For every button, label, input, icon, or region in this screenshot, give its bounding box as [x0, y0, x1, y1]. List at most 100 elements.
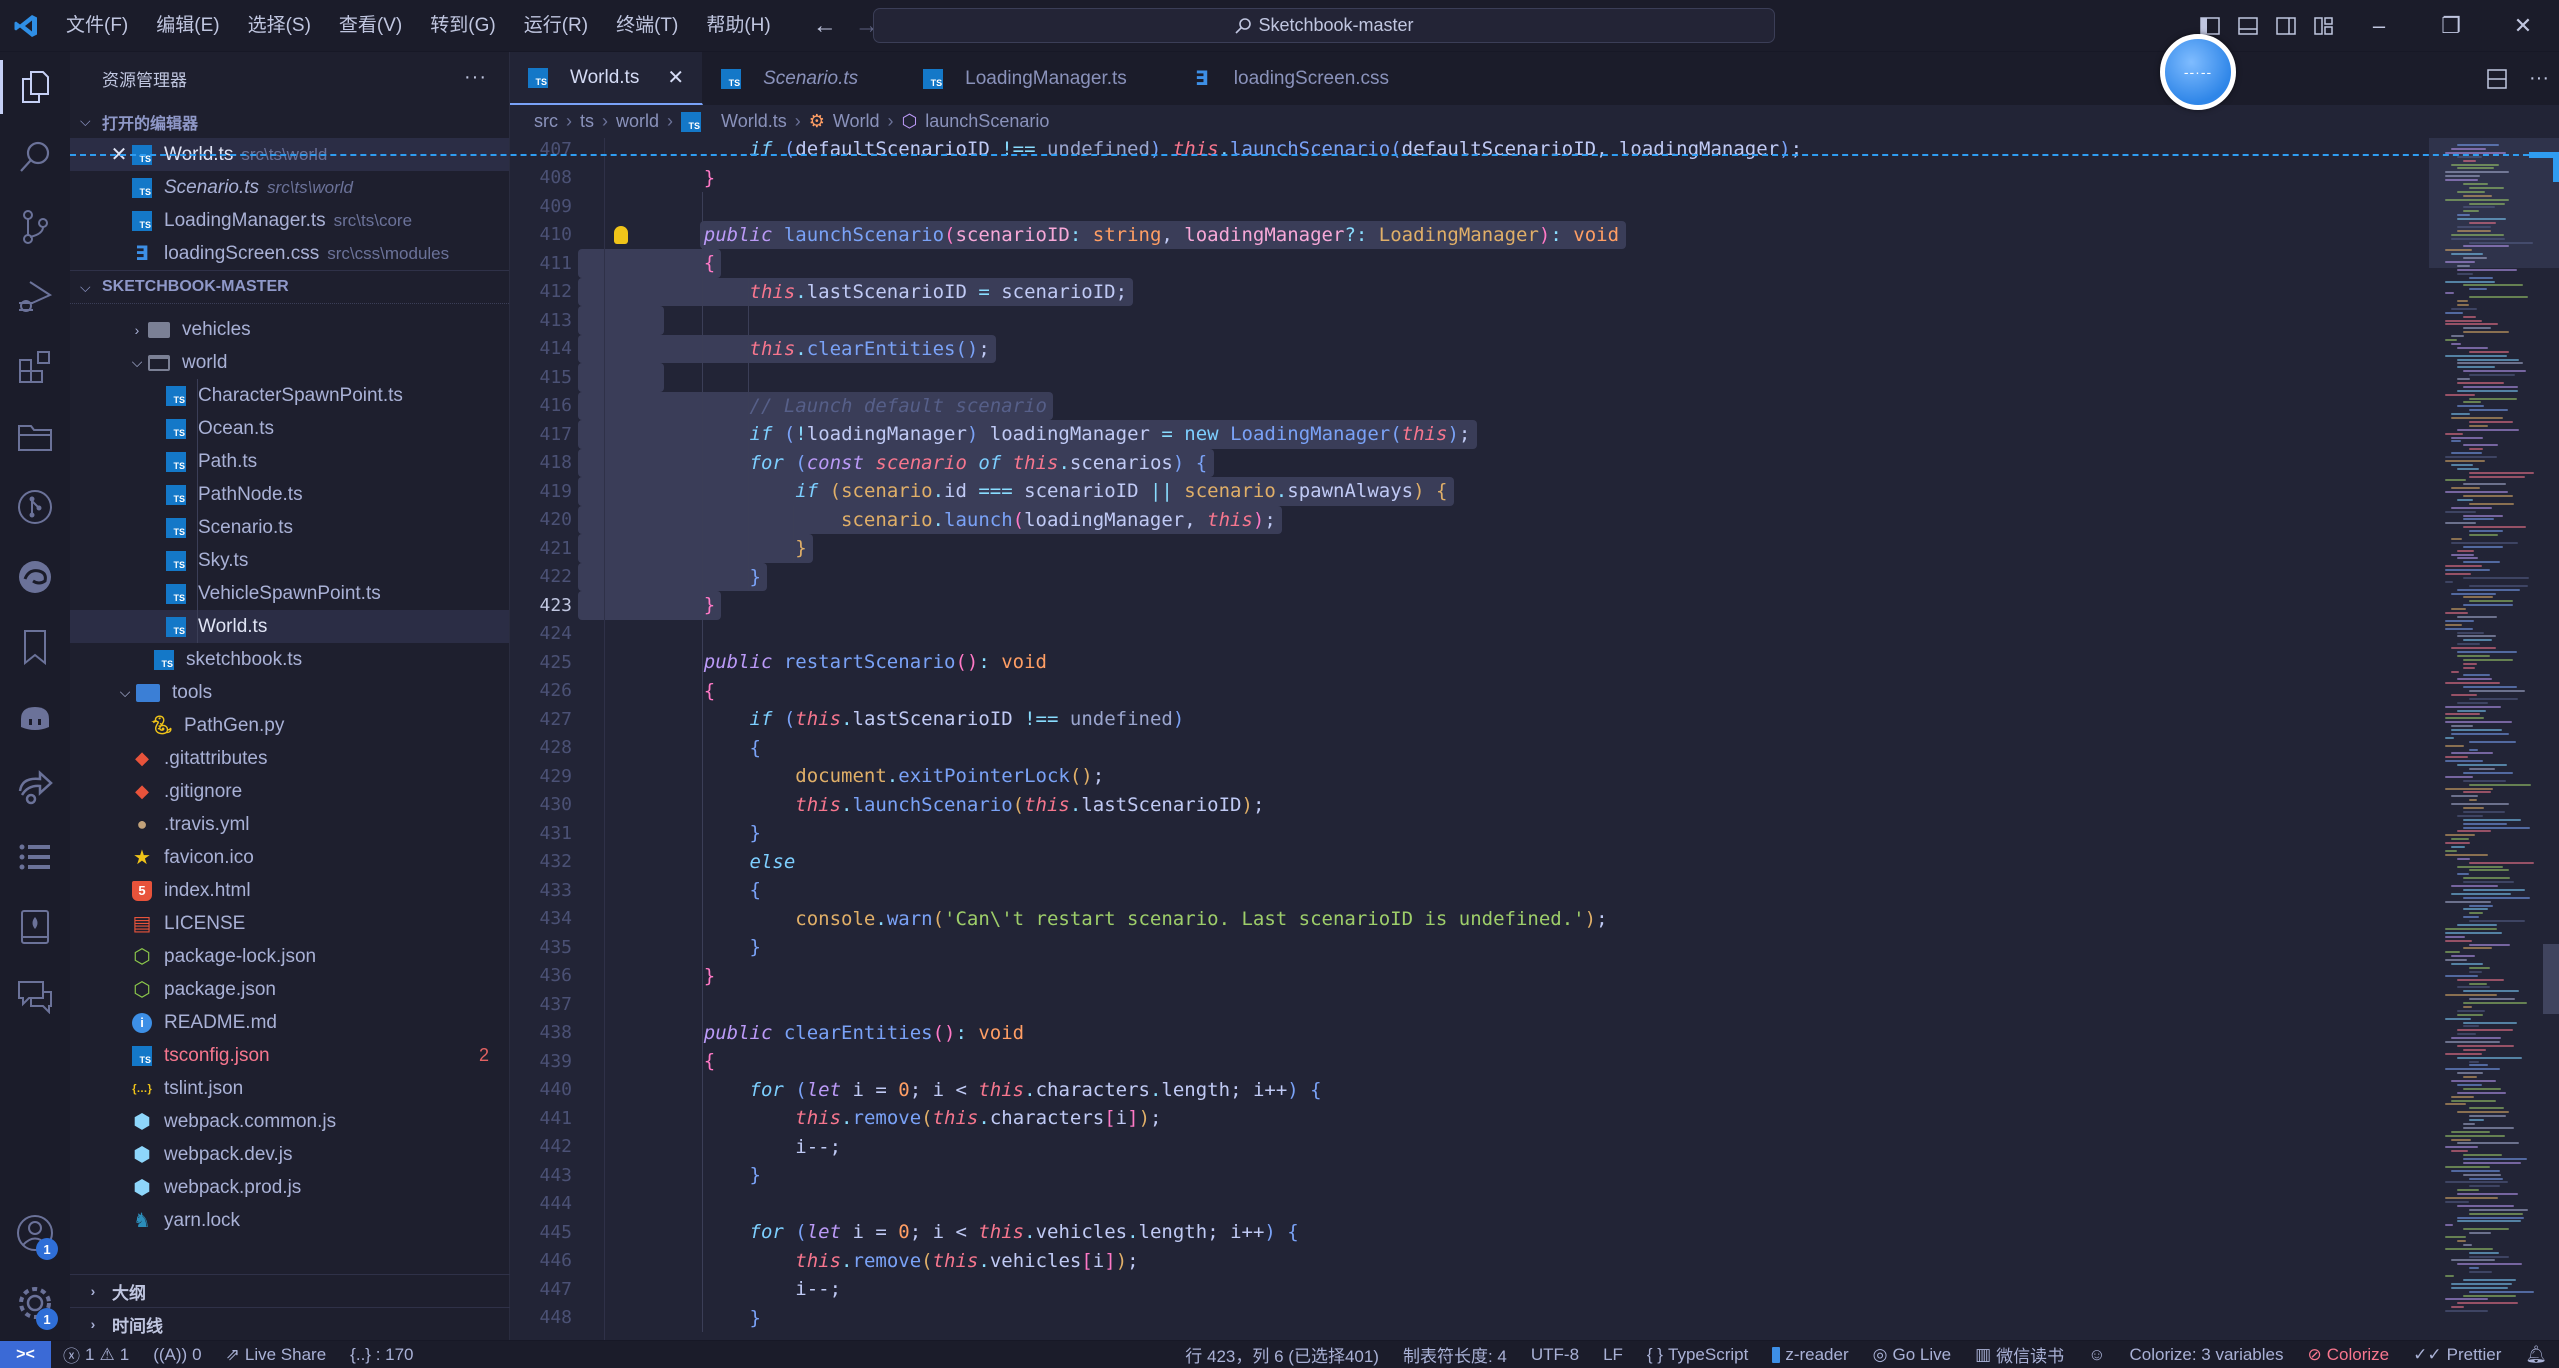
- tab-loadingscreen-css[interactable]: ∃ loadingScreen.css: [1174, 52, 1437, 105]
- file-item[interactable]: ⬢ webpack.prod.js: [70, 1171, 509, 1204]
- menu-terminal[interactable]: 终端(T): [602, 0, 692, 52]
- timeline-section-header[interactable]: › 时间线: [70, 1307, 510, 1340]
- close-icon[interactable]: ✕: [667, 65, 684, 90]
- notifications-button[interactable]: 🔔︎: [2513, 1345, 2559, 1365]
- file-item[interactable]: i README.md: [70, 1006, 509, 1039]
- explorer-more-actions-icon[interactable]: ···: [464, 66, 487, 89]
- file-item[interactable]: ⬢ webpack.dev.js: [70, 1138, 509, 1171]
- folder-item[interactable]: ⌵ tools: [70, 676, 509, 709]
- file-item[interactable]: ⬡ package.json: [70, 973, 509, 1006]
- file-item[interactable]: TS PathNode.ts: [70, 478, 509, 511]
- open-editor-item[interactable]: ∃ loadingScreen.css src\css\modules: [70, 237, 509, 270]
- command-center-search[interactable]: Sketchbook-master: [873, 8, 1775, 43]
- prettier-button[interactable]: ✓✓ Prettier: [2401, 1345, 2513, 1365]
- tab-world-ts[interactable]: TS World.ts ✕: [510, 52, 704, 105]
- file-item[interactable]: ★ favicon.ico: [70, 841, 509, 874]
- file-item[interactable]: TS VehicleSpawnPoint.ts: [70, 577, 509, 610]
- menu-go[interactable]: 转到(G): [416, 0, 509, 52]
- code-editor[interactable]: 407 if (defaultScenarioID !== undefined)…: [510, 138, 2430, 1340]
- menu-file[interactable]: 文件(F): [52, 0, 142, 52]
- file-item[interactable]: TS sketchbook.ts: [70, 643, 509, 676]
- toggle-panel-icon[interactable]: [2229, 0, 2267, 52]
- bracket-info[interactable]: {..} : 170: [338, 1345, 425, 1365]
- menu-selection[interactable]: 选择(S): [234, 0, 325, 52]
- open-editor-item[interactable]: TS Scenario.ts src\ts\world: [70, 171, 509, 204]
- open-editor-item[interactable]: ✕ TS World.ts src\ts\world: [70, 138, 509, 171]
- settings-gear-icon[interactable]: 1: [0, 1268, 70, 1338]
- search-icon[interactable]: [0, 122, 70, 192]
- minimize-button[interactable]: –: [2343, 0, 2415, 52]
- file-item[interactable]: TS CharacterSpawnPoint.ts: [70, 379, 509, 412]
- breadcrumb-item[interactable]: launchScenario: [925, 111, 1049, 132]
- breadcrumb-item[interactable]: src: [534, 111, 558, 132]
- minimap[interactable]: [2429, 138, 2559, 1340]
- file-item[interactable]: TS Ocean.ts: [70, 412, 509, 445]
- file-item[interactable]: TS World.ts: [70, 610, 509, 643]
- live-share-icon[interactable]: [0, 752, 70, 822]
- more-actions-icon[interactable]: ···: [2529, 67, 2549, 90]
- project-manager-icon[interactable]: [0, 402, 70, 472]
- outline-list-icon[interactable]: [0, 822, 70, 892]
- book-reader-icon[interactable]: [0, 892, 70, 962]
- copilot-status[interactable]: ☺: [2076, 1345, 2117, 1365]
- accounts-icon[interactable]: 1: [0, 1198, 70, 1268]
- ports-indicator[interactable]: ((A)) 0: [141, 1345, 213, 1365]
- breadcrumb-item[interactable]: world: [616, 111, 659, 132]
- z-reader-button[interactable]: z-reader: [1760, 1345, 1860, 1365]
- folder-item[interactable]: ⌵ world: [70, 346, 509, 379]
- toggle-secondary-sidebar-icon[interactable]: [2267, 0, 2305, 52]
- vertical-scrollbar-thumb[interactable]: [2543, 944, 2559, 1014]
- file-item[interactable]: ▤ LICENSE: [70, 907, 509, 940]
- weread-button[interactable]: ▥ 微信读书: [1963, 1342, 2076, 1367]
- close-icon[interactable]: ✕: [106, 142, 132, 167]
- project-section-header[interactable]: ⌵ SKETCHBOOK-MASTER: [70, 270, 509, 303]
- edge-devtools-icon[interactable]: [0, 542, 70, 612]
- folder-item[interactable]: › vehicles: [70, 313, 509, 346]
- outline-section-header[interactable]: › 大纲: [70, 1274, 510, 1307]
- back-arrow-icon[interactable]: ←: [813, 12, 837, 40]
- file-item[interactable]: ◆ .gitignore: [70, 775, 509, 808]
- file-item[interactable]: TS Path.ts: [70, 445, 509, 478]
- cursor-position[interactable]: 行 423，列 6 (已选择401): [1173, 1342, 1391, 1367]
- go-live-button[interactable]: ◎ Go Live: [1861, 1345, 1963, 1365]
- encoding[interactable]: UTF-8: [1519, 1345, 1591, 1365]
- colorize-toggle[interactable]: ⊘ Colorize: [2296, 1345, 2402, 1365]
- file-item[interactable]: ● .travis.yml: [70, 808, 509, 841]
- file-item[interactable]: ◆ .gitattributes: [70, 742, 509, 775]
- open-editors-section-header[interactable]: ⌵ 打开的编辑器: [70, 105, 509, 138]
- file-item[interactable]: {…} tslint.json: [70, 1072, 509, 1105]
- tab-size[interactable]: 制表符长度: 4: [1391, 1342, 1519, 1367]
- live-share-button[interactable]: ⇗ Live Share: [214, 1345, 339, 1365]
- file-item[interactable]: TS Scenario.ts: [70, 511, 509, 544]
- breadcrumb-item[interactable]: ts: [580, 111, 594, 132]
- colorize-vars[interactable]: Colorize: 3 variables: [2117, 1345, 2295, 1365]
- file-item[interactable]: ♞ yarn.lock: [70, 1204, 509, 1237]
- extensions-icon[interactable]: [0, 332, 70, 402]
- file-item[interactable]: ⬢ webpack.common.js: [70, 1105, 509, 1138]
- breadcrumb-item[interactable]: World: [833, 111, 880, 132]
- file-item[interactable]: ⬡ package-lock.json: [70, 940, 509, 973]
- lightbulb-icon[interactable]: [614, 225, 628, 244]
- customize-layout-icon[interactable]: [2305, 0, 2343, 52]
- remote-indicator-icon[interactable]: ><: [0, 1340, 51, 1368]
- explorer-icon[interactable]: [0, 52, 70, 122]
- problems-indicator[interactable]: ⓧ 1 ⚠ 1: [51, 1342, 141, 1367]
- run-debug-icon[interactable]: [0, 262, 70, 332]
- menu-help[interactable]: 帮助(H): [692, 0, 784, 52]
- copilot-icon[interactable]: [0, 682, 70, 752]
- tab-loadingmanager-ts[interactable]: TS LoadingManager.ts: [905, 52, 1174, 105]
- file-item[interactable]: 5 index.html: [70, 874, 509, 907]
- split-editor-icon[interactable]: [2487, 68, 2507, 89]
- menu-run[interactable]: 运行(R): [510, 0, 602, 52]
- file-item[interactable]: TS Sky.ts: [70, 544, 509, 577]
- source-control-icon[interactable]: [0, 192, 70, 262]
- comments-icon[interactable]: [0, 962, 70, 1032]
- language-mode[interactable]: { } TypeScript: [1635, 1345, 1760, 1365]
- tab-scenario-ts[interactable]: TS Scenario.ts: [703, 52, 906, 105]
- file-item[interactable]: 🐍︎ PathGen.py: [70, 709, 509, 742]
- floating-assistant-bubble[interactable]: --·--: [2160, 34, 2236, 110]
- open-editor-item[interactable]: TS LoadingManager.ts src\ts\core: [70, 204, 509, 237]
- eol[interactable]: LF: [1591, 1345, 1635, 1365]
- close-button[interactable]: ✕: [2487, 0, 2559, 52]
- menu-view[interactable]: 查看(V): [325, 0, 416, 52]
